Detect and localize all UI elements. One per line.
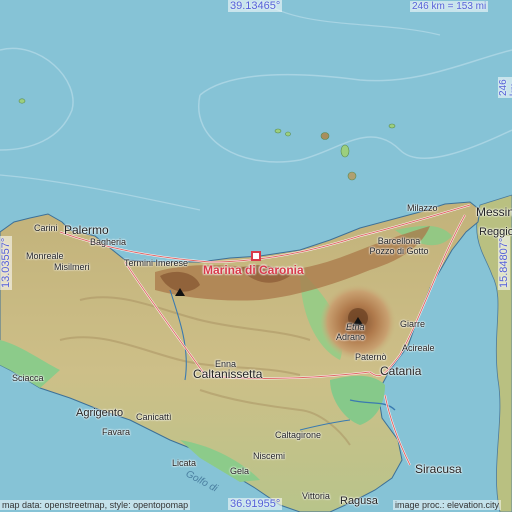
target-label[interactable]: Marina di Caronia <box>203 263 304 277</box>
place-label: Caltagirone <box>275 430 322 440</box>
island-vulcano <box>347 171 357 181</box>
place-label: Sciacca <box>12 373 44 383</box>
island-salina <box>320 132 330 140</box>
place-label: Ragusa <box>340 495 378 507</box>
place-label: Niscemi <box>253 451 286 461</box>
place-label: Misilmeri <box>54 262 90 272</box>
place-label: Caltanissetta <box>193 367 263 381</box>
scale-vertical: 246 km = 153 mi <box>498 77 512 98</box>
coord-top: 39.13465° <box>228 0 283 12</box>
island-ustica <box>18 98 26 104</box>
coord-left: 13.03557° <box>0 235 12 290</box>
place-label: Catania <box>380 364 422 378</box>
place-label: Reggio <box>479 226 512 238</box>
place-label: Messina <box>476 205 512 219</box>
place-label: Gela <box>230 466 250 476</box>
terrain-map <box>0 0 512 512</box>
place-label: Licata <box>172 458 197 468</box>
place-label: Paternò <box>355 352 387 362</box>
place-label: Vittoria <box>302 491 330 501</box>
scale-horizontal: 246 km = 153 mi <box>410 1 489 12</box>
attribution-right: image proc.: elevation.city <box>393 500 502 510</box>
place-label: Adrano <box>336 332 366 342</box>
place-label: Favara <box>102 427 131 437</box>
map-view[interactable]: 39.13465° 36.91955° 13.03557° 15.84807° … <box>0 0 512 512</box>
location-marker-icon[interactable] <box>251 251 261 261</box>
place-label: Agrigento <box>76 407 124 419</box>
place-label: Etna <box>346 322 365 332</box>
place-label: Milazzo <box>407 203 438 213</box>
attribution-left: map data: openstreetmap, style: opentopo… <box>0 500 191 510</box>
coord-bottom: 36.91955° <box>228 498 283 510</box>
coord-right: 15.84807° <box>498 235 510 290</box>
place-label: Barcellona Pozzo di Gotto <box>369 236 429 256</box>
island-alicudi <box>274 128 282 134</box>
place-label: Monreale <box>26 251 64 261</box>
island-lipari <box>340 144 350 158</box>
place-label: Palermo <box>64 223 109 237</box>
place-label: Giarre <box>400 319 426 329</box>
place-label: Bagheria <box>90 237 127 247</box>
place-label: Termini Imerese <box>124 258 189 268</box>
place-label: Carini <box>34 223 58 233</box>
place-label: Acireale <box>402 343 435 353</box>
place-label: Siracusa <box>415 462 462 476</box>
place-label: Canicattì <box>136 412 172 422</box>
